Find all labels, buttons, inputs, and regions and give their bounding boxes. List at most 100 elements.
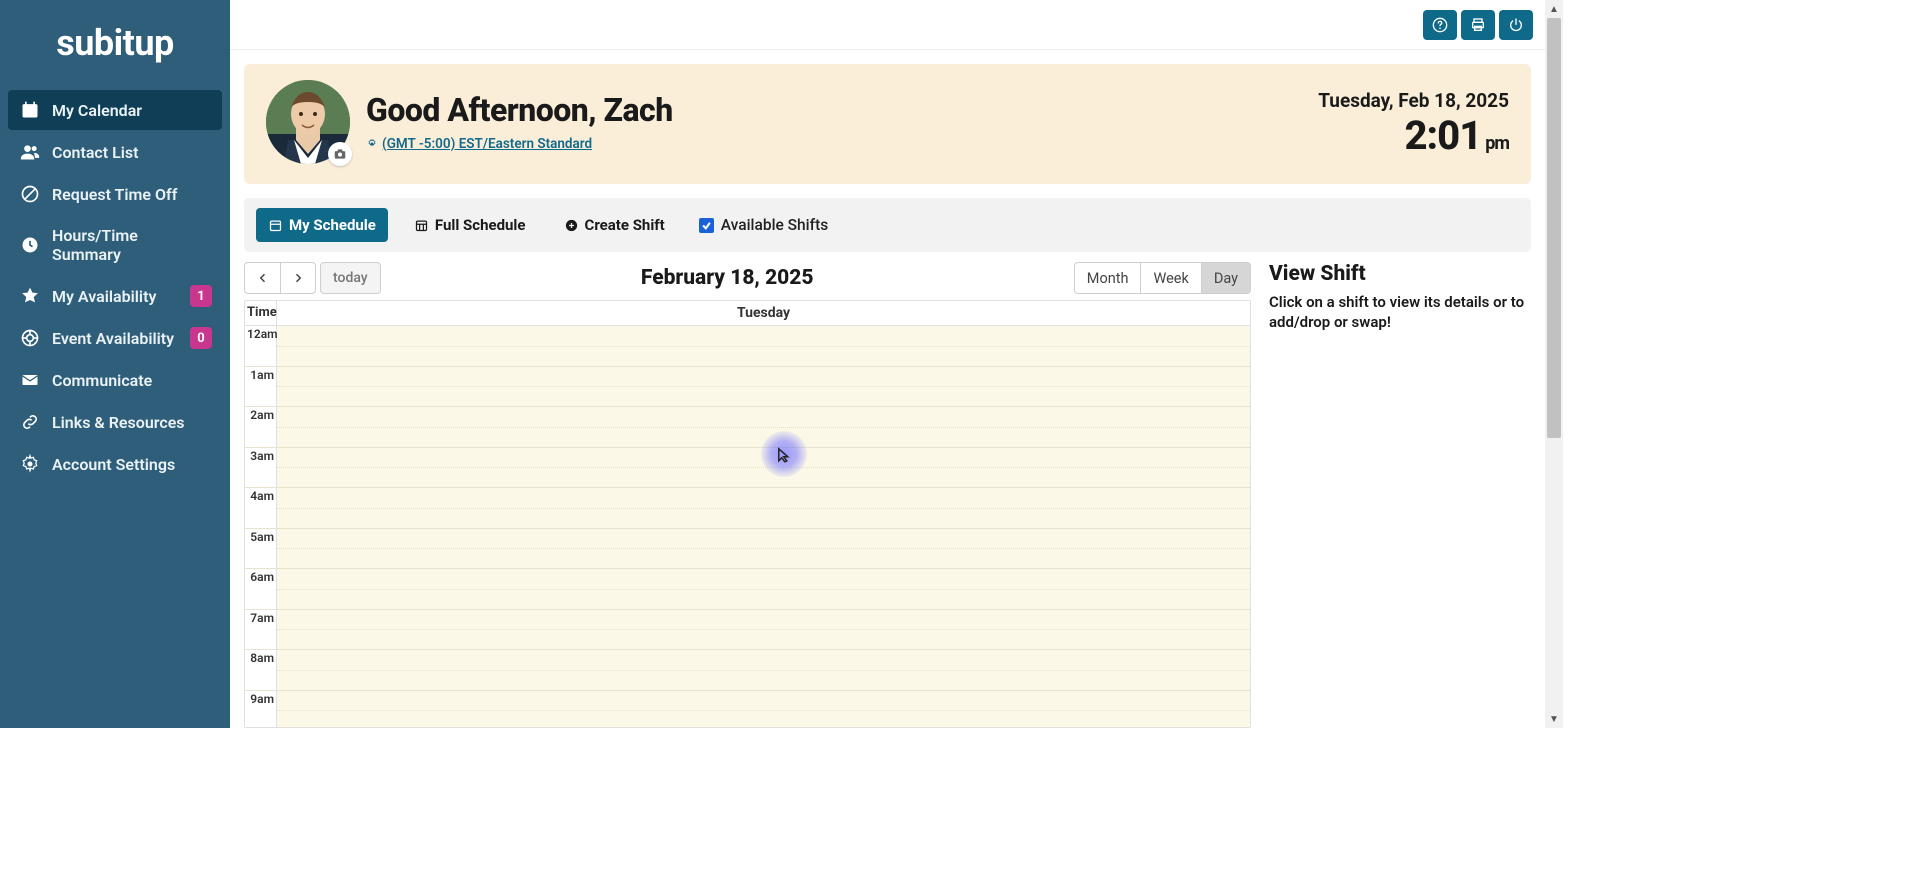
- calendar-grid-icon: [414, 218, 429, 233]
- day-header: Tuesday: [277, 301, 1250, 325]
- sidebar-item-label: Communicate: [52, 371, 152, 390]
- hour-row[interactable]: 5am: [245, 529, 1250, 570]
- sidebar-item-label: Event Availability: [52, 329, 174, 348]
- hour-label: 4am: [245, 488, 277, 528]
- clock-date: Tuesday, Feb 18, 2025: [1318, 89, 1509, 112]
- contacts-icon: [20, 142, 40, 162]
- hour-cell[interactable]: [277, 569, 1250, 609]
- brand-logo: subitup: [0, 0, 230, 84]
- availability-badge: 1: [190, 285, 212, 307]
- view-day-button[interactable]: Day: [1202, 262, 1251, 294]
- sidebar-item-label: My Availability: [52, 287, 156, 306]
- hour-row[interactable]: 1am: [245, 367, 1250, 408]
- greeting-title: Good Afternoon, Zach: [366, 91, 673, 129]
- hour-cell[interactable]: [277, 691, 1250, 728]
- print-button[interactable]: [1461, 10, 1495, 40]
- sidebar-item-my-calendar[interactable]: My Calendar: [8, 90, 222, 130]
- view-switch: Month Week Day: [1074, 262, 1251, 294]
- full-schedule-button[interactable]: Full Schedule: [402, 208, 538, 242]
- link-icon: [20, 412, 40, 432]
- main-content: Good Afternoon, Zach (GMT -5:00) EST/Eas…: [230, 0, 1563, 728]
- clock-icon: [20, 235, 40, 255]
- sidebar-item-communicate[interactable]: Communicate: [8, 360, 222, 400]
- hour-label: 1am: [245, 367, 277, 407]
- prev-button[interactable]: [244, 262, 280, 294]
- sidebar: subitup My Calendar Contact List Request: [0, 0, 230, 728]
- power-button[interactable]: [1499, 10, 1533, 40]
- next-button[interactable]: [280, 262, 316, 294]
- gear-icon: [20, 454, 40, 474]
- hour-row[interactable]: 3am: [245, 448, 1250, 489]
- hour-row[interactable]: 7am: [245, 610, 1250, 651]
- available-shifts-checkbox[interactable]: Available Shifts: [699, 216, 828, 234]
- my-schedule-button[interactable]: My Schedule: [256, 208, 388, 242]
- sidebar-item-label: Account Settings: [52, 455, 175, 474]
- topbar: [230, 0, 1545, 50]
- checkbox-icon: [699, 218, 714, 233]
- calendar-body[interactable]: 12am1am2am3am4am5am6am7am8am9am10am: [245, 326, 1250, 727]
- sidebar-item-label: Links & Resources: [52, 413, 185, 432]
- hour-cell[interactable]: [277, 326, 1250, 366]
- event-availability-badge: 0: [190, 327, 212, 349]
- view-month-button[interactable]: Month: [1074, 262, 1142, 294]
- sidebar-nav: My Calendar Contact List Request Time Of…: [0, 84, 230, 490]
- hour-row[interactable]: 4am: [245, 488, 1250, 529]
- clock-time: 2:01pm: [1318, 116, 1509, 156]
- hour-label: 2am: [245, 407, 277, 447]
- sidebar-item-links-resources[interactable]: Links & Resources: [8, 402, 222, 442]
- hour-cell[interactable]: [277, 529, 1250, 569]
- schedule-toolbar: My Schedule Full Schedule Create Shift A…: [244, 198, 1531, 252]
- vertical-scrollbar[interactable]: ▲ ▼: [1545, 0, 1563, 728]
- hour-row[interactable]: 2am: [245, 407, 1250, 448]
- shift-panel: View Shift Click on a shift to view its …: [1269, 262, 1531, 728]
- sidebar-item-account-settings[interactable]: Account Settings: [8, 444, 222, 484]
- shift-panel-title: View Shift: [1269, 262, 1531, 286]
- sidebar-item-event-availability[interactable]: Event Availability 0: [8, 318, 222, 358]
- plus-circle-icon: [564, 218, 579, 233]
- help-button[interactable]: [1423, 10, 1457, 40]
- hour-cell[interactable]: [277, 367, 1250, 407]
- sidebar-item-label: My Calendar: [52, 101, 142, 120]
- hour-label: 6am: [245, 569, 277, 609]
- shift-panel-message: Click on a shift to view its details or …: [1269, 292, 1531, 333]
- hour-row[interactable]: 8am: [245, 650, 1250, 691]
- sidebar-item-label: Hours/Time Summary: [52, 226, 210, 264]
- today-button[interactable]: today: [320, 262, 381, 294]
- greeting-card: Good Afternoon, Zach (GMT -5:00) EST/Eas…: [244, 64, 1531, 184]
- hour-cell[interactable]: [277, 448, 1250, 488]
- star-icon: [20, 286, 40, 306]
- hour-label: 7am: [245, 610, 277, 650]
- clock: Tuesday, Feb 18, 2025 2:01pm: [1318, 89, 1509, 156]
- sidebar-item-hours-summary[interactable]: Hours/Time Summary: [8, 216, 222, 274]
- hour-label: 3am: [245, 448, 277, 488]
- hour-cell[interactable]: [277, 650, 1250, 690]
- hour-row[interactable]: 6am: [245, 569, 1250, 610]
- sidebar-item-label: Request Time Off: [52, 185, 177, 204]
- calendar-icon: [20, 100, 40, 120]
- calendar-header: today February 18, 2025 Month Week Day: [244, 262, 1251, 294]
- view-week-button[interactable]: Week: [1141, 262, 1201, 294]
- create-shift-button[interactable]: Create Shift: [552, 208, 677, 242]
- hour-row[interactable]: 12am: [245, 326, 1250, 367]
- hour-cell[interactable]: [277, 610, 1250, 650]
- scroll-thumb[interactable]: [1547, 18, 1561, 438]
- calendar-title: February 18, 2025: [381, 266, 1074, 290]
- sidebar-item-label: Contact List: [52, 143, 139, 162]
- scroll-up-button[interactable]: ▲: [1545, 0, 1563, 18]
- calendar-sm-icon: [268, 218, 283, 233]
- gear-small-icon: [366, 138, 378, 150]
- sidebar-item-my-availability[interactable]: My Availability 1: [8, 276, 222, 316]
- hour-label: 9am: [245, 691, 277, 728]
- hour-label: 8am: [245, 650, 277, 690]
- lifering-icon: [20, 328, 40, 348]
- hour-cell[interactable]: [277, 407, 1250, 447]
- timezone-link[interactable]: (GMT -5:00) EST/Eastern Standard: [366, 136, 592, 152]
- scroll-down-button[interactable]: ▼: [1545, 710, 1563, 728]
- avatar-camera-button[interactable]: [328, 142, 352, 166]
- hour-label: 12am: [245, 326, 277, 366]
- time-header: Time: [245, 301, 277, 325]
- sidebar-item-contact-list[interactable]: Contact List: [8, 132, 222, 172]
- hour-cell[interactable]: [277, 488, 1250, 528]
- hour-row[interactable]: 9am: [245, 691, 1250, 728]
- sidebar-item-request-time-off[interactable]: Request Time Off: [8, 174, 222, 214]
